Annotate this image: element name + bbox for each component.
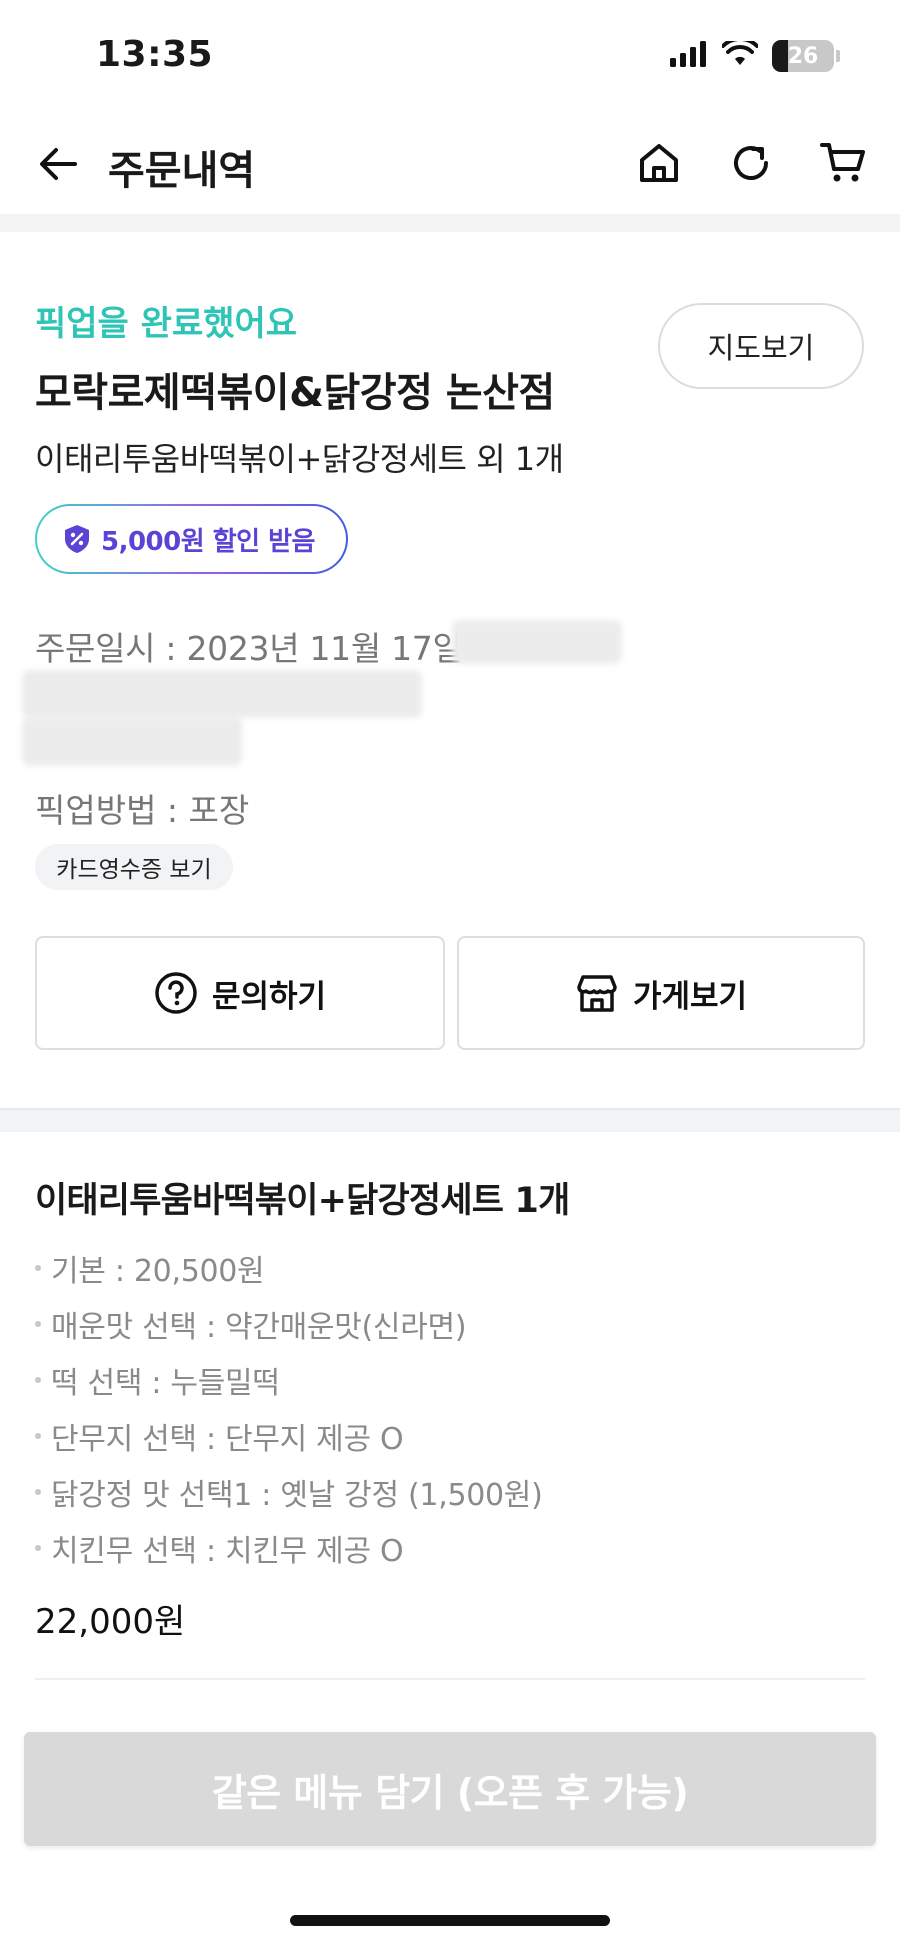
header-actions — [630, 134, 872, 192]
view-store-label: 가게보기 — [632, 978, 748, 1015]
option-text: 기본 : 20,500원 — [51, 1254, 265, 1289]
card-receipt-button[interactable]: 카드영수증 보기 — [35, 844, 233, 890]
signal-icon — [670, 41, 708, 71]
option-text: 단무지 선택 : 단무지 제공 O — [51, 1422, 404, 1457]
cart-icon — [820, 143, 865, 182]
back-arrow-icon — [40, 148, 77, 180]
menu-options-list: 기본 : 20,500원 매운맛 선택 : 약간매운맛(신라면) 떡 선택 : … — [35, 1240, 543, 1576]
option-text: 닭강정 맛 선택1 : 옛날 강정 (1,500원) — [51, 1478, 543, 1513]
option-text: 치킨무 선택 : 치킨무 제공 O — [51, 1534, 404, 1569]
discount-text: 5,000원 할인 받음 — [101, 526, 315, 557]
option-text: 떡 선택 : 누들밀떡 — [51, 1366, 280, 1401]
order-datetime: 주문일시 : 2023년 11월 17일 — [35, 629, 463, 668]
option-item: 단무지 선택 : 단무지 제공 O — [35, 1408, 543, 1464]
option-item: 떡 선택 : 누들밀떡 — [35, 1352, 543, 1408]
cart-button[interactable] — [814, 134, 872, 192]
coupon-percent-icon — [65, 525, 89, 553]
add-same-menu-button[interactable]: 같은 메뉴 담기 (오픈 후 가능) — [24, 1732, 876, 1846]
option-text: 매운맛 선택 : 약간매운맛(신라면) — [51, 1310, 467, 1345]
option-item: 닭강정 맛 선택1 : 옛날 강정 (1,500원) — [35, 1464, 543, 1520]
pickup-method: 픽업방법 : 포장 — [35, 791, 250, 830]
wifi-icon — [721, 36, 759, 71]
option-item: 기본 : 20,500원 — [35, 1240, 543, 1296]
view-store-button[interactable]: 가게보기 — [457, 936, 865, 1050]
store-name: 모락로제떡볶이&닭강정 논산점 — [35, 370, 555, 416]
menu-item-title: 이태리투움바떡볶이+닭강정세트 1개 — [35, 1181, 570, 1221]
status-icons: 26 — [670, 36, 840, 72]
order-items-summary: 이태리투움바떡볶이+닭강정세트 외 1개 — [35, 440, 564, 478]
refresh-icon — [734, 146, 768, 180]
home-button[interactable] — [630, 134, 688, 192]
refresh-button[interactable] — [722, 134, 780, 192]
option-item: 치킨무 선택 : 치킨무 제공 O — [35, 1520, 543, 1576]
status-bar: 13:35 26 — [0, 0, 900, 110]
status-time: 13:35 — [96, 34, 214, 75]
blurred-time — [452, 620, 622, 664]
battery-icon: 26 — [772, 40, 840, 72]
inquiry-button[interactable]: 문의하기 — [35, 936, 445, 1050]
home-icon — [640, 144, 678, 182]
pickup-status-message: 픽업을 완료했어요 — [35, 304, 298, 344]
menu-price: 22,000원 — [35, 1602, 186, 1642]
section-divider — [0, 214, 900, 232]
store-icon — [577, 975, 617, 1012]
map-view-button[interactable]: 지도보기 — [658, 303, 864, 389]
page-title: 주문내역 — [108, 148, 256, 194]
discount-badge: 5,000원 할인 받음 — [35, 504, 348, 574]
back-button[interactable] — [30, 136, 86, 192]
battery-level: 26 — [787, 43, 819, 69]
section-divider — [0, 1108, 900, 1132]
blurred-order-info — [22, 670, 422, 718]
home-indicator — [290, 1915, 610, 1926]
question-circle-icon — [155, 972, 197, 1014]
top-nav-bar: 주문내역 — [0, 110, 900, 214]
option-item: 매운맛 선택 : 약간매운맛(신라면) — [35, 1296, 543, 1352]
blurred-order-info — [22, 716, 242, 766]
divider-line — [35, 1678, 865, 1680]
inquiry-label: 문의하기 — [211, 978, 327, 1015]
